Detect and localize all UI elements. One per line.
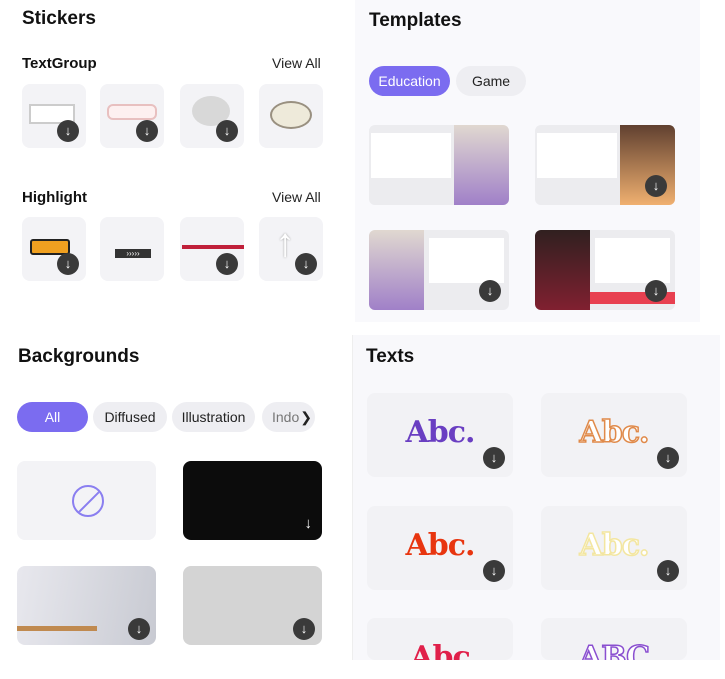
text-sample: Abc — [410, 640, 471, 660]
tab-all[interactable]: All — [17, 402, 88, 432]
download-icon[interactable]: ↓ — [216, 253, 238, 275]
tab-illustration[interactable]: Illustration — [172, 402, 255, 432]
template-placeholder — [429, 238, 504, 283]
sticker-pink-bubble[interactable]: ↓ — [100, 84, 164, 148]
template-photo — [535, 230, 590, 310]
download-icon[interactable]: ↓ — [645, 175, 667, 197]
sticker-preview: ↑ — [275, 221, 295, 265]
texts-panel — [352, 335, 720, 660]
download-icon[interactable]: ↓ — [293, 618, 315, 640]
text-sample: Abc. — [405, 415, 476, 450]
text-style-1[interactable]: Abc. ↓ — [367, 393, 513, 477]
download-icon[interactable]: ↓ — [657, 447, 679, 469]
background-none[interactable] — [17, 461, 156, 540]
template-card[interactable] — [369, 125, 509, 205]
tab-indoor[interactable]: Indo ❯ — [262, 402, 315, 432]
sticker-orange-arrow[interactable]: ↓ — [22, 217, 86, 281]
background-gray[interactable]: ↓ — [183, 566, 322, 645]
highlight-view-all[interactable]: View All — [272, 189, 321, 205]
textgroup-title: TextGroup — [22, 55, 97, 72]
text-sample: Abc. — [405, 528, 476, 563]
template-placeholder — [371, 133, 451, 178]
download-icon[interactable]: ↓ — [645, 280, 667, 302]
bench — [17, 626, 97, 631]
sticker-oval-bubble[interactable] — [259, 84, 323, 148]
no-background-icon — [72, 485, 104, 517]
template-placeholder — [537, 133, 617, 178]
sticker-up-arrow[interactable]: ↑ ↓ — [259, 217, 323, 281]
download-icon[interactable]: ↓ — [136, 120, 158, 142]
chevron-right-icon[interactable]: ❯ — [300, 402, 312, 432]
download-icon[interactable]: ↓ — [128, 618, 150, 640]
background-black-texture[interactable]: ↓ — [183, 461, 322, 540]
download-icon[interactable]: ↓ — [479, 280, 501, 302]
textgroup-view-all[interactable]: View All — [272, 55, 321, 71]
download-icon[interactable]: ↓ — [216, 120, 238, 142]
text-sample: Abc. — [579, 527, 650, 564]
text-style-6[interactable]: ABC — [541, 618, 687, 660]
texts-title: Texts — [366, 346, 415, 367]
sticker-preview — [270, 101, 312, 129]
backgrounds-title: Backgrounds — [18, 346, 140, 367]
sticker-preview — [107, 104, 157, 120]
text-sample: Abc. — [579, 414, 650, 451]
template-card[interactable]: ↓ — [369, 230, 509, 310]
text-style-5[interactable]: Abc — [367, 618, 513, 660]
sticker-red-underline[interactable]: ↓ — [180, 217, 244, 281]
sticker-chevron-strip[interactable]: ››››› — [100, 217, 164, 281]
template-card[interactable]: ↓ — [535, 230, 675, 310]
tab-diffused[interactable]: Diffused — [93, 402, 167, 432]
stickers-title: Stickers — [22, 8, 96, 29]
sticker-thought-cloud[interactable]: ↓ — [180, 84, 244, 148]
tab-label: Indo — [272, 409, 300, 425]
download-icon[interactable]: ↓ — [657, 560, 679, 582]
text-sample: ABC — [578, 639, 651, 660]
download-icon[interactable]: ↓ — [305, 515, 313, 532]
background-room[interactable]: ↓ — [17, 566, 156, 645]
templates-title: Templates — [369, 10, 462, 31]
tab-education[interactable]: Education — [369, 66, 450, 96]
template-photo — [454, 125, 509, 205]
download-icon[interactable]: ↓ — [295, 253, 317, 275]
text-style-3[interactable]: Abc. ↓ — [367, 506, 513, 590]
download-icon[interactable]: ↓ — [483, 560, 505, 582]
template-placeholder — [595, 238, 670, 283]
sticker-white-box[interactable]: ↓ — [22, 84, 86, 148]
template-photo — [369, 230, 424, 310]
text-style-4[interactable]: Abc. ↓ — [541, 506, 687, 590]
text-style-2[interactable]: Abc. ↓ — [541, 393, 687, 477]
download-icon[interactable]: ↓ — [483, 447, 505, 469]
download-icon[interactable]: ↓ — [57, 253, 79, 275]
tab-game[interactable]: Game — [456, 66, 526, 96]
highlight-title: Highlight — [22, 189, 87, 206]
sticker-preview: ››››› — [115, 249, 151, 258]
template-card[interactable]: ↓ — [535, 125, 675, 205]
sticker-preview — [182, 245, 244, 249]
download-icon[interactable]: ↓ — [57, 120, 79, 142]
